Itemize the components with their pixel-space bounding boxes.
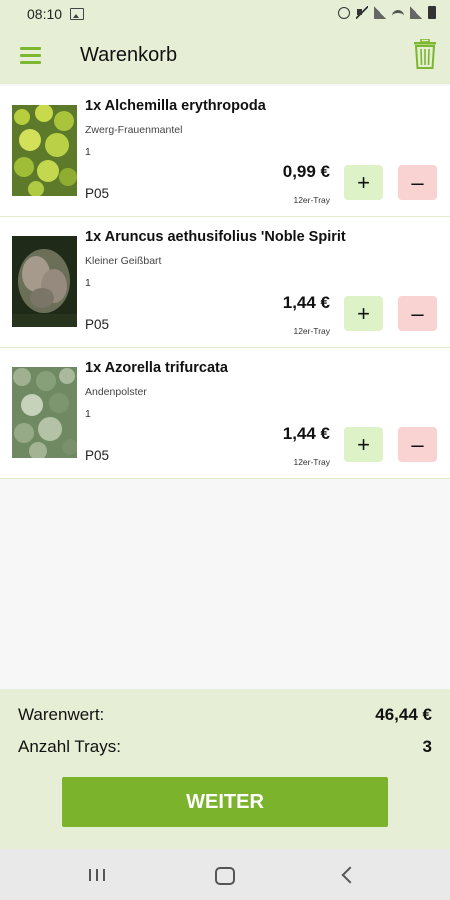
wifi-icon: [392, 10, 404, 19]
total-label: Warenwert:: [18, 705, 105, 724]
cart-summary: Warenwert: 46,44 € Anzahl Trays: 3 WEITE…: [0, 689, 450, 849]
next-button[interactable]: WEITER: [62, 777, 388, 827]
trays-value: 3: [422, 737, 432, 756]
item-price: 1,44 €: [282, 424, 330, 443]
item-subtitle: Zwerg-Frauenmantel: [85, 124, 183, 136]
item-price: 1,44 €: [282, 293, 330, 312]
item-subtitle: Kleiner Geißbart: [85, 255, 162, 267]
item-name: 1x Aruncus aethusifolius 'Noble Spirit: [85, 229, 346, 245]
gallery-icon: [70, 8, 85, 20]
item-code: P05: [85, 186, 110, 201]
item-name: 1x Azorella trifurcata: [85, 360, 228, 376]
total-value: 46,44 €: [375, 705, 432, 724]
increase-button[interactable]: +: [344, 296, 383, 331]
menu-icon[interactable]: [20, 47, 41, 64]
app-bar: Warenkorb: [0, 28, 450, 84]
item-unit: 12er-Tray: [293, 326, 330, 336]
signal-icon: [410, 6, 422, 19]
cart-list: 1x Alchemilla erythropoda Zwerg-Frauenma…: [0, 86, 450, 479]
battery-icon: [428, 6, 436, 19]
recent-apps-icon[interactable]: [89, 869, 105, 881]
mute-icon: [356, 6, 368, 19]
plant-image: [12, 367, 77, 458]
item-quantity: 1: [85, 277, 91, 289]
item-quantity: 1: [85, 408, 91, 420]
item-unit: 12er-Tray: [293, 457, 330, 467]
item-quantity: 1: [85, 146, 91, 158]
item-price: 0,99 €: [282, 162, 330, 181]
status-icons: [338, 6, 436, 19]
increase-button[interactable]: +: [344, 427, 383, 462]
trays-label: Anzahl Trays:: [18, 737, 121, 756]
cart-item[interactable]: 1x Alchemilla erythropoda Zwerg-Frauenma…: [0, 86, 450, 217]
decrease-button[interactable]: –: [398, 427, 437, 462]
item-code: P05: [85, 317, 110, 332]
home-icon[interactable]: [215, 867, 235, 885]
cart-item[interactable]: 1x Azorella trifurcata Andenpolster 1 P0…: [0, 348, 450, 479]
plant-image: [12, 105, 77, 196]
back-icon[interactable]: [341, 866, 359, 884]
alarm-icon: [338, 6, 350, 19]
item-subtitle: Andenpolster: [85, 386, 147, 398]
decrease-button[interactable]: –: [398, 165, 437, 200]
system-nav-bar: [0, 849, 450, 900]
item-name: 1x Alchemilla erythropoda: [85, 98, 266, 114]
item-unit: 12er-Tray: [293, 195, 330, 205]
trash-icon[interactable]: [414, 38, 436, 69]
plant-image: [12, 236, 77, 327]
cart-item[interactable]: 1x Aruncus aethusifolius 'Noble Spirit K…: [0, 217, 450, 348]
status-time: 08:10: [27, 6, 63, 22]
decrease-button[interactable]: –: [398, 296, 437, 331]
signal-icon: [374, 6, 386, 19]
item-code: P05: [85, 448, 110, 463]
increase-button[interactable]: +: [344, 165, 383, 200]
page-title: Warenkorb: [80, 44, 178, 66]
status-bar: 08:10: [0, 0, 450, 28]
